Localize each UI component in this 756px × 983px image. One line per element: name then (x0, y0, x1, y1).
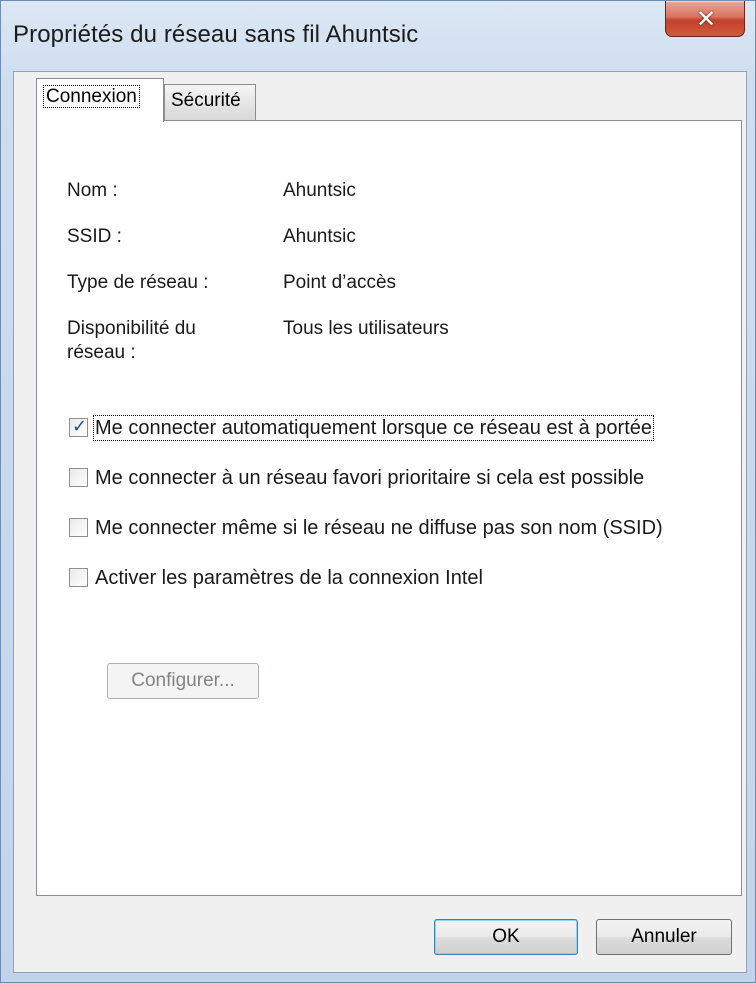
name-label: Nom : (67, 180, 118, 201)
tab-securite[interactable]: Sécurité (164, 84, 256, 120)
cancel-button[interactable]: Annuler (596, 919, 732, 955)
checkbox-box[interactable]: ✓ (69, 416, 88, 437)
tab-securite-label: Sécurité (171, 90, 241, 111)
dialog-body: Connexion Sécurité Nom : Ahuntsic SSID :… (13, 71, 747, 973)
hidden-ssid-label: Me connecter même si le réseau ne diffus… (95, 517, 663, 539)
checkbox-box[interactable] (69, 518, 88, 537)
checkbox-box[interactable] (69, 468, 88, 487)
close-icon: ✕ (695, 6, 717, 33)
close-button[interactable]: ✕ (665, 1, 745, 37)
network-type-label: Type de réseau : (67, 272, 209, 293)
availability-label: Disponibilité du réseau : (67, 318, 196, 363)
tab-connexion-label: Connexion (43, 85, 140, 108)
ssid-value: Ahuntsic (283, 226, 356, 247)
window-title: Propriétés du réseau sans fil Ahuntsic (13, 21, 419, 48)
connexion-panel: Nom : Ahuntsic SSID : Ahuntsic Type de r… (36, 120, 742, 896)
prefer-network-label: Me connecter à un réseau favori priorita… (95, 467, 645, 489)
tab-connexion[interactable]: Connexion (36, 78, 164, 122)
checkmark-icon: ✓ (72, 416, 88, 436)
auto-connect-label: Me connecter automatiquement lorsque ce … (93, 415, 654, 441)
checkbox-box[interactable] (69, 568, 88, 587)
name-value: Ahuntsic (283, 180, 356, 201)
title-bar[interactable]: Propriétés du réseau sans fil Ahuntsic ✕ (1, 1, 755, 73)
intel-settings-label: Activer les paramètres de la connexion I… (95, 567, 483, 589)
ssid-label: SSID : (67, 226, 122, 247)
configure-button: Configurer... (107, 663, 259, 699)
ok-button[interactable]: OK (434, 919, 578, 955)
availability-value: Tous les utilisateurs (283, 318, 449, 339)
network-type-value: Point d’accès (283, 272, 397, 293)
wireless-network-properties-window: Propriétés du réseau sans fil Ahuntsic ✕… (0, 0, 756, 983)
